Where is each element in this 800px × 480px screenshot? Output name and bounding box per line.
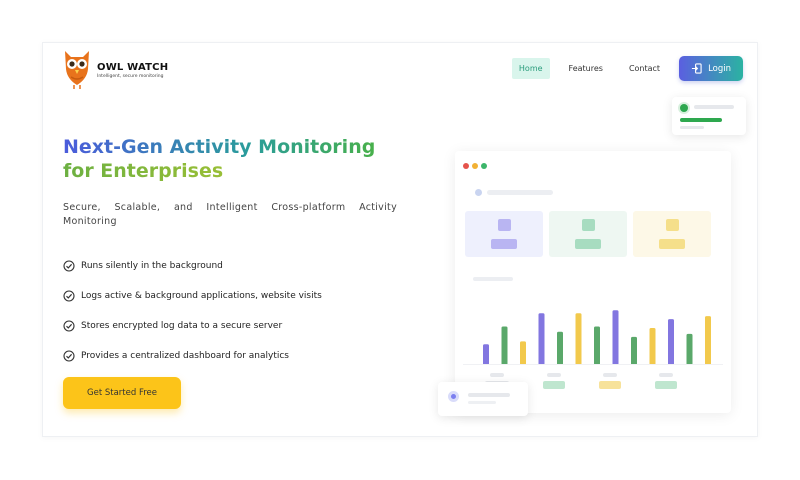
chart-bar [594, 326, 600, 365]
check-circle-icon [63, 320, 75, 332]
chart-bar [705, 316, 711, 365]
feature-item: Logs active & background applications, w… [63, 281, 322, 311]
owl-icon [65, 51, 89, 89]
check-circle-icon [63, 290, 75, 302]
feature-text: Runs silently in the background [81, 261, 223, 271]
brand-tagline: Intelligent, secure monitoring [97, 73, 164, 79]
search-icon [475, 189, 482, 196]
nav-contact[interactable]: Contact [622, 58, 667, 79]
nav-features[interactable]: Features [562, 58, 610, 79]
section-heading-line [473, 277, 513, 281]
search-placeholder-line [487, 190, 553, 195]
user-card [438, 382, 528, 416]
hero-title-line1: Next-Gen Activity Monitoring [63, 136, 376, 158]
stat-card [549, 211, 627, 257]
chart-bar [649, 328, 656, 365]
feature-text: Logs active & background applications, w… [81, 291, 322, 301]
stat-card [633, 211, 711, 257]
dashboard-illustration [455, 151, 731, 413]
get-started-button[interactable]: Get Started Free [63, 377, 181, 409]
feature-list: Runs silently in the background Logs act… [63, 251, 322, 371]
hero-title-line2: for Enterprises [63, 159, 375, 183]
top-nav: Home Features Contact Login [511, 56, 743, 81]
window-controls [463, 163, 487, 169]
stat-cards [465, 211, 711, 257]
chart-bar [501, 326, 508, 365]
chart-bar [668, 319, 674, 365]
nav-home[interactable]: Home [511, 58, 550, 79]
chart-bar [612, 310, 619, 365]
hero-subtitle: Secure, Scalable, and Intelligent Cross-… [63, 202, 397, 227]
legend-item [599, 373, 621, 391]
feature-item: Stores encrypted log data to a secure se… [63, 311, 322, 341]
chart-baseline [463, 364, 723, 365]
window-dot-yellow [472, 163, 478, 169]
notification-card [672, 97, 746, 135]
brand-name: OWL WATCH [97, 61, 169, 73]
legend-item [543, 373, 565, 391]
feature-item: Runs silently in the background [63, 251, 322, 281]
feature-text: Stores encrypted log data to a secure se… [81, 321, 283, 331]
stat-card [465, 211, 543, 257]
bar-chart-illustration [483, 310, 711, 365]
brand-logo[interactable]: OWL WATCH Intelligent, secure monitoring [61, 47, 168, 91]
feature-item: Provides a centralized dashboard for ana… [63, 341, 322, 371]
status-dot-icon [680, 104, 688, 112]
login-label: Login [708, 63, 731, 74]
chart-bar [483, 344, 489, 365]
landing-page: OWL WATCH Intelligent, secure monitoring… [42, 42, 758, 437]
window-dot-red [463, 163, 469, 169]
feature-text: Provides a centralized dashboard for ana… [81, 351, 289, 361]
chart-bar [686, 333, 693, 365]
legend-item [655, 373, 677, 391]
avatar [448, 391, 459, 402]
check-circle-icon [63, 350, 75, 362]
check-circle-icon [63, 260, 75, 272]
login-icon [691, 63, 702, 74]
window-dot-green [481, 163, 487, 169]
chart-bar [557, 331, 563, 365]
chart-bar [575, 313, 582, 365]
chart-bar [631, 336, 637, 365]
chart-bar [538, 313, 545, 365]
login-button[interactable]: Login [679, 56, 743, 81]
hero-title: Next-Gen Activity Monitoring for Enterpr… [63, 135, 375, 183]
chart-bar [520, 341, 526, 365]
illustration-search [475, 189, 553, 196]
